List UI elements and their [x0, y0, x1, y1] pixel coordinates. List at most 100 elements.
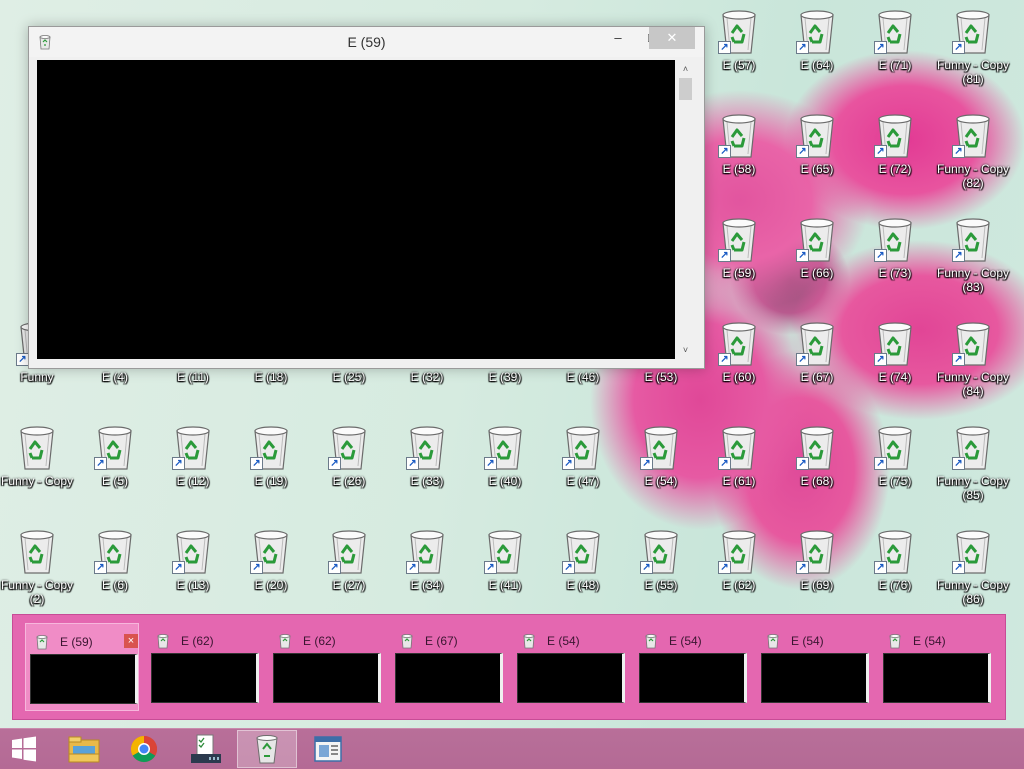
- desktop-icon[interactable]: ↗ E (61): [704, 418, 774, 510]
- desktop-icon[interactable]: ↗ Funny - Copy (84): [937, 314, 1009, 406]
- desktop-icon[interactable]: ↗ E (13): [158, 522, 228, 614]
- desktop-icon[interactable]: ↗ E (34): [392, 522, 462, 614]
- desktop-icon[interactable]: ↗ E (68): [782, 418, 852, 510]
- desktop-icon-label: E (60): [722, 370, 756, 384]
- shortcut-arrow-icon: ↗: [796, 41, 809, 54]
- desktop-icon[interactable]: ↗ E (76): [860, 522, 930, 614]
- desktop-icon[interactable]: ↗ E (69): [782, 522, 852, 614]
- desktop-icon[interactable]: ↗ E (41): [470, 522, 540, 614]
- desktop-icon[interactable]: ↗ E (59): [704, 210, 774, 302]
- desktop-icon[interactable]: ↗ E (33): [392, 418, 462, 510]
- shortcut-arrow-icon: ↗: [718, 561, 731, 574]
- switcher-thumbnail[interactable]: E (59) ×: [25, 623, 139, 711]
- desktop-icon[interactable]: ↗ E (74): [860, 314, 930, 406]
- desktop-icon[interactable]: ↗ E (58): [704, 106, 774, 198]
- desktop-icon[interactable]: Funny - Copy: [1, 418, 73, 510]
- switcher-thumbnail-preview: [151, 653, 259, 703]
- desktop-icon[interactable]: ↗ E (66): [782, 210, 852, 302]
- desktop-icon[interactable]: ↗ E (64): [782, 2, 852, 94]
- taskbar-chrome[interactable]: [114, 730, 174, 768]
- shortcut-arrow-icon: ↗: [406, 457, 419, 470]
- shortcut-arrow-icon: ↗: [952, 561, 965, 574]
- recycle-bin-icon: [20, 530, 54, 574]
- switcher-thumbnail-title: E (62): [303, 634, 336, 648]
- desktop-icon[interactable]: ↗ E (72): [860, 106, 930, 198]
- taskbar-task-manager[interactable]: [176, 730, 236, 768]
- switcher-thumbnail-title: E (54): [791, 634, 824, 648]
- minimize-button[interactable]: –: [601, 27, 635, 49]
- desktop-icon-label: E (59): [722, 266, 756, 280]
- desktop-icon[interactable]: ↗ Funny - Copy (81): [937, 2, 1009, 94]
- folder-icon: [68, 736, 100, 763]
- start-button[interactable]: [0, 730, 48, 768]
- recycle-bin-icon: [767, 634, 779, 649]
- scroll-up-arrow[interactable]: ˄: [677, 62, 694, 76]
- shortcut-arrow-icon: ↗: [718, 353, 731, 366]
- desktop-icon[interactable]: ↗ E (60): [704, 314, 774, 406]
- desktop-icon[interactable]: ↗ E (48): [548, 522, 618, 614]
- switcher-thumbnail-preview: [395, 653, 503, 703]
- taskbar-recycle-bin[interactable]: [237, 730, 297, 768]
- desktop-icon[interactable]: ↗ E (65): [782, 106, 852, 198]
- desktop-icon[interactable]: ↗ E (27): [314, 522, 384, 614]
- desktop-icon-label: E (57): [722, 58, 756, 72]
- app-window[interactable]: E (59) – □ ✕ ˄ ˅: [28, 26, 705, 369]
- desktop-icon-label: E (74): [878, 370, 912, 384]
- desktop-icon-label: E (58): [722, 162, 756, 176]
- window-content-area[interactable]: [37, 60, 675, 359]
- desktop-icon-label: E (4): [101, 370, 128, 384]
- desktop-icon[interactable]: ↗ E (73): [860, 210, 930, 302]
- desktop-icon-label: Funny - Copy (83): [936, 266, 1010, 294]
- desktop-icon[interactable]: ↗ E (57): [704, 2, 774, 94]
- scroll-thumb[interactable]: [679, 78, 692, 100]
- taskbar-file-explorer[interactable]: [54, 730, 114, 768]
- switcher-thumbnail-preview: [30, 654, 138, 704]
- desktop-icon[interactable]: Funny - Copy (2): [1, 522, 73, 614]
- desktop-icon[interactable]: ↗ E (20): [236, 522, 306, 614]
- desktop-icon[interactable]: ↗ E (26): [314, 418, 384, 510]
- taskbar-app[interactable]: [298, 730, 358, 768]
- switcher-thumbnail[interactable]: E (54): [635, 623, 749, 711]
- switcher-thumbnail[interactable]: E (54): [513, 623, 627, 711]
- close-button[interactable]: ✕: [649, 27, 695, 49]
- desktop-icon-label: E (39): [488, 370, 522, 384]
- recycle-bin-icon: [256, 735, 278, 764]
- desktop-icon[interactable]: ↗ E (12): [158, 418, 228, 510]
- desktop-icon[interactable]: ↗ E (62): [704, 522, 774, 614]
- desktop-icon[interactable]: ↗ E (19): [236, 418, 306, 510]
- shortcut-arrow-icon: ↗: [484, 457, 497, 470]
- desktop-icon-label: E (62): [722, 578, 756, 592]
- shortcut-arrow-icon: ↗: [640, 457, 653, 470]
- shortcut-arrow-icon: ↗: [484, 561, 497, 574]
- desktop-icon[interactable]: ↗ E (40): [470, 418, 540, 510]
- desktop-icon[interactable]: ↗ E (47): [548, 418, 618, 510]
- desktop-icon[interactable]: ↗ Funny - Copy (86): [937, 522, 1009, 614]
- desktop-icon[interactable]: ↗ E (55): [626, 522, 696, 614]
- desktop-icon[interactable]: ↗ Funny - Copy (83): [937, 210, 1009, 302]
- close-icon[interactable]: ×: [124, 634, 138, 648]
- shortcut-arrow-icon: ↗: [796, 249, 809, 262]
- shortcut-arrow-icon: ↗: [952, 41, 965, 54]
- window-titlebar[interactable]: E (59) – □ ✕: [29, 27, 704, 57]
- desktop-icon[interactable]: ↗ E (75): [860, 418, 930, 510]
- desktop-icon[interactable]: ↗ E (71): [860, 2, 930, 94]
- desktop-icon[interactable]: ↗ E (6): [80, 522, 150, 614]
- desktop-icon[interactable]: ↗ E (67): [782, 314, 852, 406]
- switcher-thumbnail[interactable]: E (54): [879, 623, 993, 711]
- desktop-icon-label: E (53): [644, 370, 678, 384]
- desktop-icon[interactable]: ↗ Funny - Copy (85): [937, 418, 1009, 510]
- switcher-thumbnail[interactable]: E (62): [147, 623, 261, 711]
- switcher-thumbnail[interactable]: E (67): [391, 623, 505, 711]
- switcher-thumbnail-preview: [883, 653, 991, 703]
- vertical-scrollbar[interactable]: ˄ ˅: [677, 60, 694, 359]
- shortcut-arrow-icon: ↗: [874, 457, 887, 470]
- switcher-thumbnail[interactable]: E (62): [269, 623, 383, 711]
- scroll-down-arrow[interactable]: ˅: [677, 343, 694, 357]
- recycle-bin-icon: [645, 634, 657, 649]
- shortcut-arrow-icon: ↗: [874, 353, 887, 366]
- desktop-icon[interactable]: ↗ Funny - Copy (82): [937, 106, 1009, 198]
- switcher-thumbnail[interactable]: E (54): [757, 623, 871, 711]
- desktop-icon[interactable]: ↗ E (5): [80, 418, 150, 510]
- desktop-icon[interactable]: ↗ E (54): [626, 418, 696, 510]
- desktop-icon-label: E (11): [177, 370, 209, 384]
